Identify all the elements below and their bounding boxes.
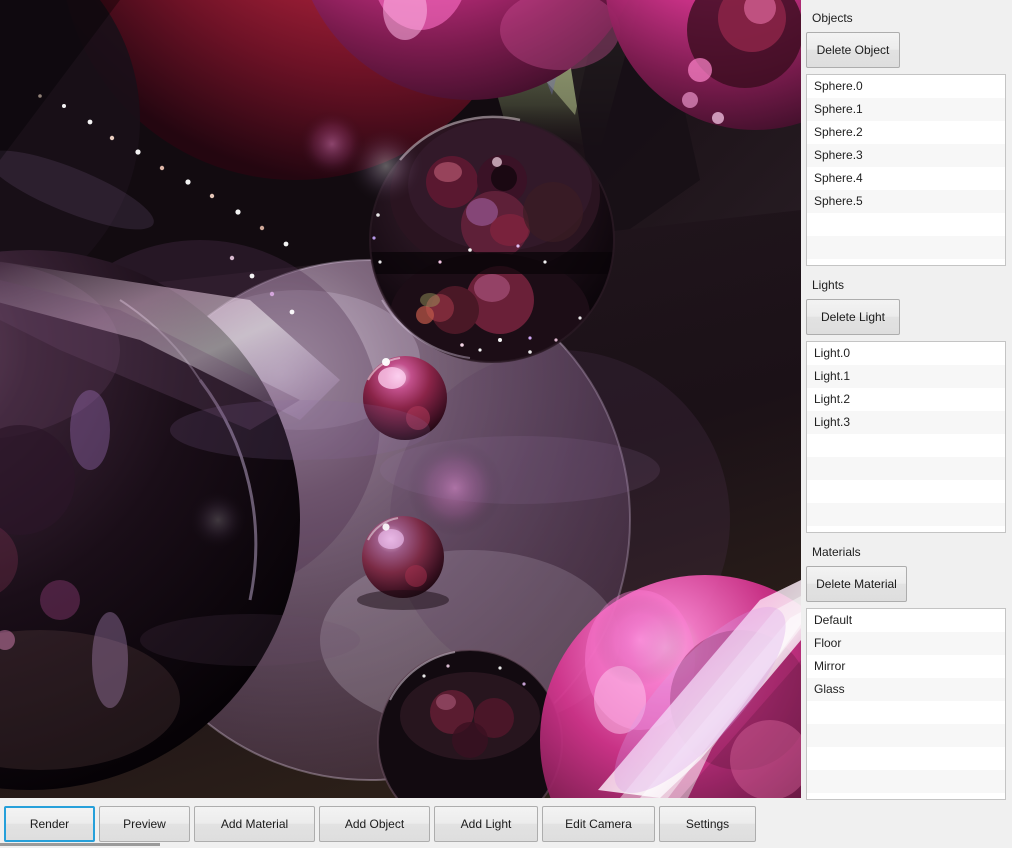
edit-camera-button[interactable]: Edit Camera [542,806,655,842]
list-item-empty [807,503,1005,526]
list-item[interactable]: Floor [807,632,1005,655]
list-item-empty [807,480,1005,503]
list-item[interactable]: Mirror [807,655,1005,678]
objects-section-label: Objects [812,11,853,25]
list-item-empty [807,434,1005,457]
list-item[interactable]: Glass [807,678,1005,701]
render-viewport[interactable] [0,0,801,798]
render-status-text: RENDERING COMPLETE 0.01 INTERVAL / AVERA… [234,843,542,846]
footer-divider [0,843,160,846]
app-window: Objects Delete Object Sphere.0 Sphere.1 … [0,0,1012,848]
add-material-button[interactable]: Add Material [194,806,315,842]
delete-object-button[interactable]: Delete Object [806,32,900,68]
bottom-toolbar: Render Preview Add Material Add Object A… [0,800,1012,848]
preview-button[interactable]: Preview [99,806,190,842]
list-item[interactable]: Light.1 [807,365,1005,388]
delete-material-button[interactable]: Delete Material [806,566,907,602]
list-item[interactable]: Sphere.3 [807,144,1005,167]
list-item[interactable]: Light.0 [807,342,1005,365]
delete-light-button[interactable]: Delete Light [806,299,900,335]
list-item-empty [807,213,1005,236]
list-item-empty [807,457,1005,480]
list-item[interactable]: Default [807,609,1005,632]
status-footer-clipped: RENDERING COMPLETE 0.01 INTERVAL / AVERA… [0,843,1012,848]
list-item[interactable]: Light.3 [807,411,1005,434]
list-item-empty [807,236,1005,259]
list-item[interactable]: Sphere.5 [807,190,1005,213]
list-item[interactable]: Sphere.4 [807,167,1005,190]
lights-listbox[interactable]: Light.0 Light.1 Light.2 Light.3 [806,341,1006,533]
list-item-empty [807,747,1005,770]
list-item[interactable]: Sphere.2 [807,121,1005,144]
list-item[interactable]: Light.2 [807,388,1005,411]
list-item-empty [807,770,1005,793]
render-button[interactable]: Render [4,806,95,842]
scene-side-panel: Objects Delete Object Sphere.0 Sphere.1 … [801,0,1012,800]
materials-section-label: Materials [812,545,861,559]
list-item-empty [807,701,1005,724]
settings-button[interactable]: Settings [659,806,756,842]
materials-listbox[interactable]: Default Floor Mirror Glass [806,608,1006,800]
lights-section-label: Lights [812,278,845,292]
objects-listbox[interactable]: Sphere.0 Sphere.1 Sphere.2 Sphere.3 Sphe… [806,74,1006,266]
list-item[interactable]: Sphere.0 [807,75,1005,98]
list-item-empty [807,724,1005,747]
add-light-button[interactable]: Add Light [434,806,538,842]
list-item[interactable]: Sphere.1 [807,98,1005,121]
raytraced-scene-image [0,0,801,798]
add-object-button[interactable]: Add Object [319,806,430,842]
